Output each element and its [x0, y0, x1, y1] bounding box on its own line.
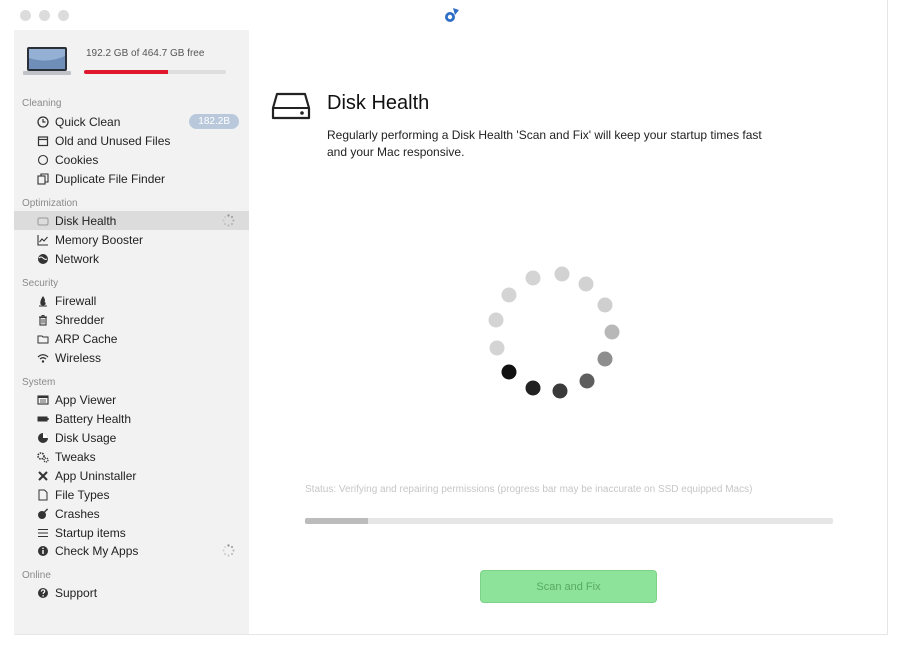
sidebar-item-label: Disk Usage [55, 430, 117, 445]
disk-free-label: 192.2 GB of 464.7 GB free [86, 48, 205, 59]
sidebar-item-label: Quick Clean [55, 114, 121, 129]
quick-clean-size-badge: 182.2B [189, 114, 239, 129]
sidebar-item-label: Crashes [55, 506, 100, 521]
sidebar-item-label: File Types [55, 487, 110, 502]
sidebar-item-quick-clean[interactable]: Quick Clean 182.2B [14, 112, 249, 131]
x-icon [36, 469, 50, 483]
sidebar-item-support[interactable]: Support [14, 583, 249, 602]
question-icon [36, 586, 50, 600]
trash-icon [36, 313, 50, 327]
disk-usage-bar-fill [84, 70, 168, 74]
disk-icon [36, 214, 50, 228]
sidebar-item-tweaks[interactable]: Tweaks [14, 447, 249, 466]
sidebar-item-label: Duplicate File Finder [55, 171, 166, 186]
sidebar-item-disk-usage[interactable]: Disk Usage [14, 428, 249, 447]
sidebar-item-app-uninstaller[interactable]: App Uninstaller [14, 466, 249, 485]
sidebar-item-label: Wireless [55, 350, 102, 365]
sidebar-item-label: Tweaks [55, 449, 96, 464]
globe-icon [36, 252, 50, 266]
sidebar-item-app-viewer[interactable]: App Viewer [14, 390, 249, 409]
battery-icon [36, 412, 50, 426]
zoom-window-button[interactable] [58, 10, 69, 21]
sidebar-item-label: App Uninstaller [55, 468, 137, 483]
sidebar-item-label: Firewall [55, 293, 97, 308]
sidebar-item-check-my-apps[interactable]: Check My Apps [14, 541, 249, 560]
laptop-icon [23, 47, 71, 75]
sidebar-item-network[interactable]: Network [14, 249, 249, 268]
file-icon [36, 488, 50, 502]
section-title-security: Security [22, 278, 59, 289]
app-logo-icon [445, 8, 459, 22]
sidebar-item-label: Startup items [55, 525, 126, 540]
sidebar-item-label: Old and Unused Files [55, 133, 171, 148]
sidebar-item-label: ARP Cache [55, 331, 118, 346]
status-text: Status: Verifying and repairing permissi… [305, 484, 753, 495]
sidebar-item-startup-items[interactable]: Startup items [14, 523, 249, 542]
loading-spinner-icon [222, 544, 235, 557]
calendar-icon [36, 134, 50, 148]
progress-bar [305, 518, 833, 524]
section-title-system: System [22, 377, 56, 388]
page-description: Regularly performing a Disk Health 'Scan… [327, 128, 762, 159]
flame-icon [36, 294, 50, 308]
duplicate-icon [36, 172, 50, 186]
sidebar-item-label: Network [55, 251, 100, 266]
pie-icon [36, 431, 50, 445]
circle-icon [36, 153, 50, 167]
sidebar-item-battery-health[interactable]: Battery Health [14, 409, 249, 428]
sidebar-item-file-types[interactable]: File Types [14, 485, 249, 504]
progress-bar-fill [305, 518, 369, 524]
main-panel: Disk Health Regularly performing a Disk … [249, 30, 887, 634]
sidebar-item-old-unused-files[interactable]: Old and Unused Files [14, 131, 249, 150]
section-title-optimization: Optimization [22, 198, 78, 209]
sidebar-item-label: Memory Booster [55, 232, 144, 247]
window-icon [36, 393, 50, 407]
hard-drive-icon [271, 92, 311, 120]
bomb-icon [36, 507, 50, 521]
sidebar-item-duplicate-file-finder[interactable]: Duplicate File Finder [14, 169, 249, 188]
folder-icon [36, 332, 50, 346]
sidebar: 192.2 GB of 464.7 GB free Cleaning Quick… [14, 30, 249, 634]
app-window: 192.2 GB of 464.7 GB free Cleaning Quick… [14, 0, 888, 635]
title-bar [14, 0, 887, 30]
section-title-cleaning: Cleaning [22, 98, 62, 109]
sidebar-item-label: Cookies [55, 152, 99, 167]
sidebar-item-label: Disk Health [55, 213, 117, 228]
scan-and-fix-button[interactable]: Scan and Fix [480, 570, 657, 603]
list-icon [36, 526, 50, 540]
sidebar-item-label: Battery Health [55, 411, 132, 426]
sidebar-item-label: App Viewer [55, 392, 117, 407]
sidebar-item-label: Support [55, 585, 98, 600]
loading-spinner-icon [488, 266, 620, 399]
sidebar-item-label: Check My Apps [55, 543, 139, 558]
chart-icon [36, 233, 50, 247]
sidebar-item-crashes[interactable]: Crashes [14, 504, 249, 523]
page-title: Disk Health [327, 92, 430, 114]
sidebar-item-label: Shredder [55, 312, 105, 327]
minimize-window-button[interactable] [39, 10, 50, 21]
section-title-online: Online [22, 570, 51, 581]
sidebar-item-memory-booster[interactable]: Memory Booster [14, 230, 249, 249]
info-icon [36, 544, 50, 558]
sidebar-item-arp-cache[interactable]: ARP Cache [14, 329, 249, 348]
sidebar-item-firewall[interactable]: Firewall [14, 291, 249, 310]
sidebar-item-shredder[interactable]: Shredder [14, 310, 249, 329]
close-window-button[interactable] [20, 10, 31, 21]
sidebar-item-disk-health[interactable]: Disk Health [14, 211, 249, 230]
loading-spinner-icon [222, 214, 235, 227]
wifi-icon [36, 351, 50, 365]
clock-icon [36, 115, 50, 129]
sidebar-item-cookies[interactable]: Cookies [14, 150, 249, 169]
gears-icon [36, 450, 50, 464]
disk-usage-bar [84, 70, 226, 74]
sidebar-item-wireless[interactable]: Wireless [14, 348, 249, 367]
